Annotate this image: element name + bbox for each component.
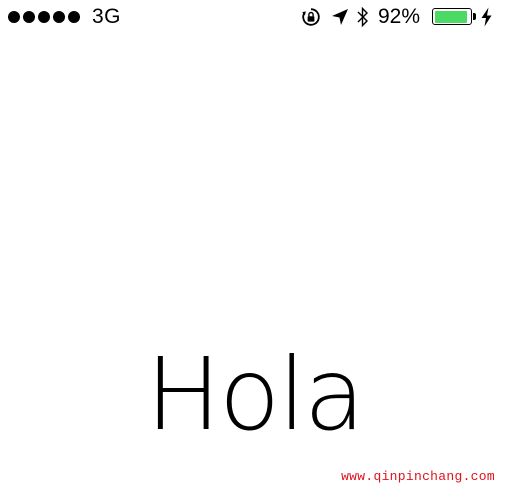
location-arrow-icon [332, 9, 348, 25]
signal-dot [23, 11, 35, 23]
battery-percentage: 92% [378, 5, 421, 28]
network-type: 3G [92, 5, 122, 28]
rotation-lock-icon [302, 8, 320, 26]
charging-bolt-icon [481, 7, 492, 27]
watermark-text: www.qinpinchang.com [341, 469, 495, 484]
signal-dot [38, 11, 50, 23]
signal-dot [68, 11, 80, 23]
battery-icon [432, 8, 472, 25]
bluetooth-icon [357, 6, 368, 28]
status-bar: 3G 92% [0, 0, 509, 34]
signal-dot [53, 11, 65, 23]
battery-terminal [473, 13, 476, 20]
signal-dot [8, 11, 20, 23]
greeting-text: Hola [145, 336, 365, 453]
signal-strength-indicator [8, 11, 80, 23]
battery-level-fill [434, 10, 467, 23]
